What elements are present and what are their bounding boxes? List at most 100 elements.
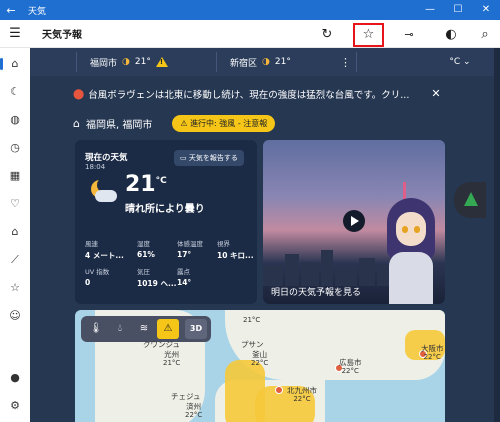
location-name: 新宿区	[230, 58, 258, 69]
location-tab-shinjuku[interactable]: 新宿区 ◑ 21°	[230, 48, 291, 76]
partly-cloudy-icon: ◑	[262, 57, 270, 67]
alert-banner[interactable]: ⬤ 台風ボラヴェンは北東に移動し続け、現在の強度は猛烈な台風です。クリ...	[73, 84, 448, 104]
stat-feels-like[interactable]: 体感温度 17°	[177, 238, 219, 259]
place-header: ⌂ 福岡県, 福岡市 ⚠ 進行中: 強風 - 注意報	[73, 112, 276, 134]
history-icon[interactable]: ◷	[5, 138, 25, 158]
more-options-icon[interactable]: ⋮	[340, 48, 351, 76]
pin-icon[interactable]: ⊸	[398, 25, 420, 45]
map-label: プサン	[241, 340, 264, 349]
place-name: 福岡県, 福岡市	[85, 119, 153, 131]
title-bar: ← 天気 — ☐ ✕	[0, 0, 500, 20]
stat-pressure[interactable]: 気圧 1019 ヘ...	[137, 266, 179, 289]
map-layer-toolbar: 🌡︎ 💧︎ ≋ ⚠ 3D	[81, 316, 211, 342]
favorites-icon[interactable]: ♡	[5, 194, 25, 214]
current-weather-card[interactable]: 現在の天気 18:04 ▭ 天気を報告する 21°C 晴れ所により曇り 風速 4 …	[75, 140, 257, 304]
news-icon[interactable]: ☆	[5, 278, 25, 298]
divider	[356, 52, 357, 72]
map-label: 21°C	[243, 316, 261, 324]
weather-map[interactable]: 🌡︎ 💧︎ ≋ ⚠ 3D 21°C クワンジュ 光州 21°C プサン 釜山 22°…	[75, 310, 445, 422]
night-partly-cloudy-icon	[87, 176, 119, 208]
location-bar: 福岡市 ◑ 21° 新宿区 ◑ 21° ⋮ °C ⌄	[30, 48, 500, 76]
card-title: 現在の天気	[85, 153, 128, 163]
maximize-button[interactable]: ☐	[444, 0, 472, 20]
presenter-avatar	[383, 198, 439, 304]
alert-close-icon[interactable]: ✕	[426, 84, 446, 104]
stat-value: 14°	[177, 278, 192, 287]
star-icon[interactable]: ☆	[353, 23, 384, 47]
divider	[216, 52, 217, 72]
calendar-icon[interactable]: ▦	[5, 166, 25, 186]
location-tab-fukuoka[interactable]: 福岡市 ◑ 21°	[90, 48, 168, 76]
video-caption: 明日の天気予報を見る	[271, 288, 362, 298]
home-icon: ⌂	[73, 116, 80, 130]
map-label: 北九州市 22°C	[287, 386, 317, 403]
account-icon[interactable]: ●	[5, 368, 25, 388]
3d-toggle-button[interactable]: 3D	[185, 319, 207, 339]
status-badge[interactable]: ⚠ 進行中: 強風 - 注意報	[172, 114, 276, 132]
map-label: 光州 21°C	[163, 350, 181, 367]
tree-icon	[464, 192, 478, 206]
settings-icon[interactable]: ⚙	[5, 396, 25, 416]
stat-label: 体感温度	[177, 240, 203, 248]
stat-uv-index[interactable]: UV 指数 0	[85, 266, 127, 287]
report-weather-label: 天気を報告する	[188, 154, 238, 162]
map-label: 大阪市 22°C	[421, 344, 444, 361]
left-nav: ⌂ ☾ ◍ ◷ ▦ ♡ ⌂ ⟋ ☆ ☺ ● ⚙	[0, 48, 30, 422]
hamburger-menu-icon[interactable]: ☰	[0, 26, 30, 41]
temp-unit: °C	[155, 176, 167, 186]
location-pin-icon: ⬤	[73, 88, 85, 100]
side-panel-button[interactable]	[454, 182, 486, 218]
scrollbar[interactable]	[494, 48, 500, 422]
stat-value: 17°	[177, 250, 192, 259]
temperature-layer-icon[interactable]: 🌡︎	[85, 319, 107, 339]
map-label: チェジュ	[171, 392, 201, 401]
app-title: 天気予報	[42, 30, 82, 41]
map-label: 釜山 22°C	[251, 350, 269, 367]
stat-dew-point[interactable]: 露点 14°	[177, 266, 219, 287]
forecast-icon[interactable]: ☾	[5, 82, 25, 102]
stat-label: UV 指数	[85, 268, 110, 276]
close-button[interactable]: ✕	[472, 0, 500, 20]
play-icon[interactable]	[343, 210, 365, 232]
search-icon[interactable]: ⌕	[474, 25, 496, 45]
forecast-video-card[interactable]: 明日の天気予報を見る	[263, 140, 445, 304]
feedback-icon[interactable]: ☺	[5, 306, 25, 326]
lifestyle-icon[interactable]: ⌂	[5, 222, 25, 242]
home-icon[interactable]: ⌂	[0, 54, 25, 74]
location-name: 福岡市	[90, 58, 118, 69]
unit-label: °C	[449, 57, 461, 67]
condition-text: 晴れ所により曇り	[125, 204, 205, 215]
location-temp: 21°	[274, 57, 291, 67]
wind-layer-icon[interactable]: ≋	[133, 319, 155, 339]
stat-label: 風速	[85, 240, 98, 248]
warning-icon: ⚠	[180, 118, 188, 128]
stat-value: 1019 ヘ...	[137, 279, 177, 288]
stat-humidity[interactable]: 湿度 61%	[137, 238, 179, 259]
stat-value: 61%	[137, 250, 155, 259]
maps-icon[interactable]: ◍	[5, 110, 25, 130]
back-button[interactable]: ←	[0, 4, 22, 17]
stat-value: 0	[85, 278, 91, 287]
temp-value: 21	[125, 172, 156, 197]
stat-value: 10 キロ...	[217, 251, 254, 260]
stat-label: 視界	[217, 240, 230, 248]
location-temp: 21°	[134, 57, 151, 67]
stat-value: 4 メート...	[85, 251, 124, 260]
observation-time: 18:04	[85, 163, 106, 171]
stat-visibility[interactable]: 視界 10 キロ...	[217, 238, 259, 261]
location-pin-icon[interactable]	[275, 386, 283, 394]
refresh-icon[interactable]: ↻	[316, 25, 338, 45]
window-controls: — ☐ ✕	[416, 0, 500, 20]
alert-text: 台風ボラヴェンは北東に移動し続け、現在の強度は猛烈な台風です。クリ...	[88, 90, 410, 101]
report-weather-button[interactable]: ▭ 天気を報告する	[174, 150, 244, 166]
minimize-button[interactable]: —	[416, 0, 444, 20]
moon-icon[interactable]: ◐	[440, 25, 462, 45]
stat-label: 露点	[177, 268, 190, 276]
stat-wind[interactable]: 風速 4 メート...	[85, 238, 127, 261]
warning-layer-icon[interactable]: ⚠	[157, 319, 179, 339]
trends-icon[interactable]: ⟋	[5, 250, 25, 270]
unit-selector[interactable]: °C ⌄	[448, 52, 472, 72]
divider	[76, 52, 77, 72]
precipitation-layer-icon[interactable]: 💧︎	[109, 319, 131, 339]
map-label: 広島市 22°C	[339, 358, 362, 375]
